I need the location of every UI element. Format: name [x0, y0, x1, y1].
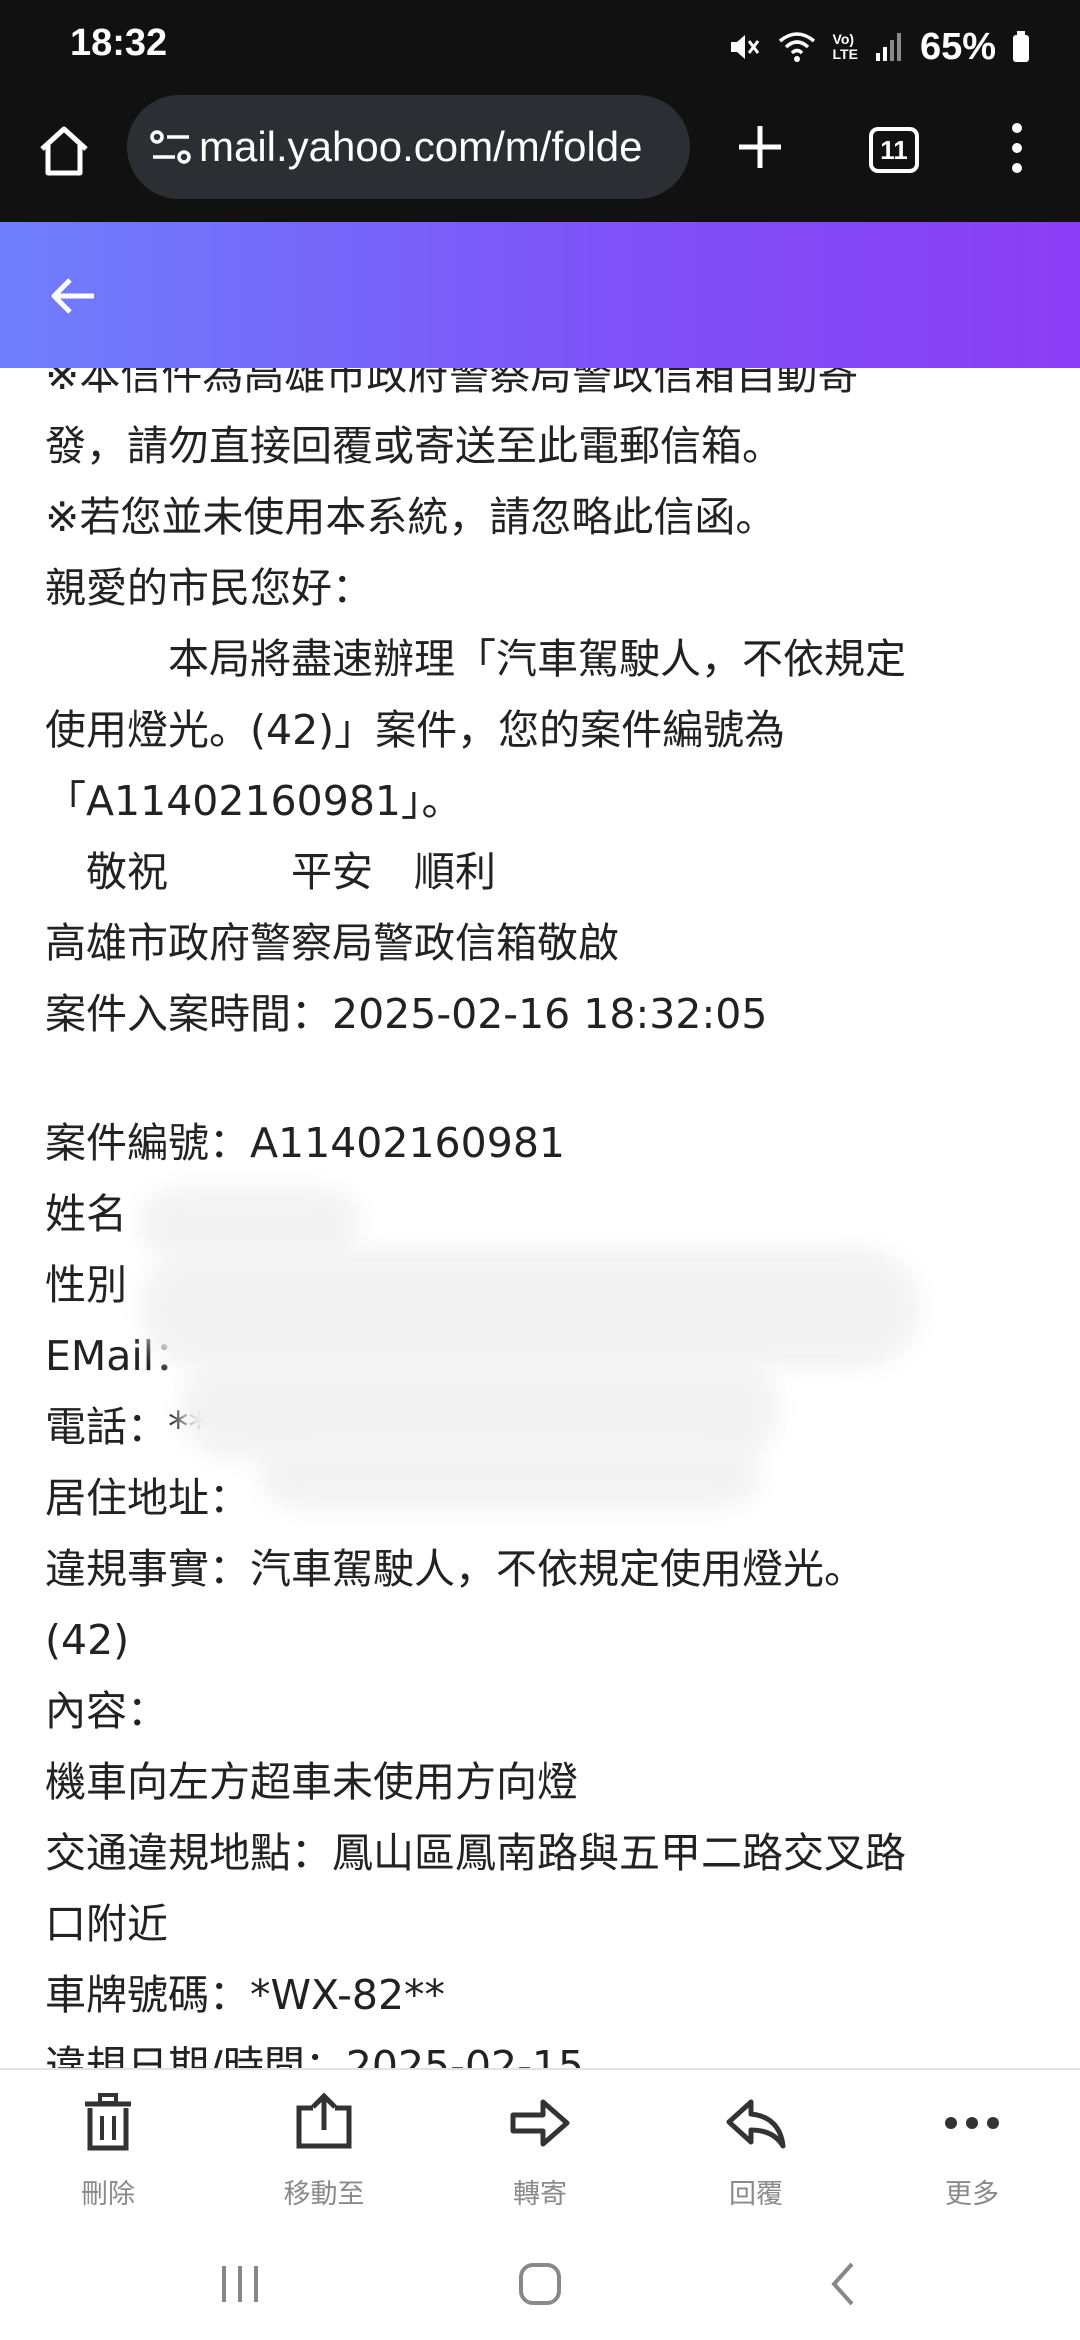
detail-line: 違規日期/時間：2025-02-15 [45, 2042, 585, 2068]
tab-count: 11 [880, 134, 908, 165]
more-button[interactable]: 更多 [864, 2090, 1080, 2220]
detail-line: 交通違規地點：鳳山區鳳南路與五甲二路交叉路 [45, 1829, 906, 1877]
battery-icon [1013, 31, 1029, 62]
redaction-smudge [140, 1248, 920, 1368]
battery-percent: 65% [919, 25, 996, 68]
system-navigation-bar [0, 2228, 1080, 2340]
move-button[interactable]: 移動至 [216, 2090, 432, 2220]
mail-header [0, 222, 1080, 368]
detail-line: 口附近 [45, 1900, 168, 1948]
detail-line: 車牌號碼：*WX-82** [45, 1971, 446, 2019]
site-settings-icon[interactable] [149, 127, 193, 167]
more-dots-icon [945, 2117, 999, 2129]
detail-line: 違規事實：汽車駕駛人，不依規定使用燈光。 [45, 1545, 865, 1593]
browser-menu-icon[interactable] [1005, 122, 1029, 174]
tab-switcher-button[interactable]: 11 [869, 127, 919, 173]
reply-arrow-icon [726, 2099, 786, 2149]
url-text[interactable]: mail.yahoo.com/m/folde [199, 123, 643, 171]
address-bar[interactable]: mail.yahoo.com/m/folde [127, 95, 690, 199]
delete-button[interactable]: 刪除 [0, 2090, 216, 2220]
body-line: 案件入案時間：2025-02-16 18:32:05 [45, 990, 768, 1038]
body-line: 敬祝 平安 順利 [45, 848, 496, 896]
body-line: 發，請勿直接回覆或寄送至此電郵信箱。 [45, 422, 783, 470]
detail-line: 案件編號：A11402160981 [45, 1119, 565, 1167]
email-action-bar: 刪除 移動至 轉寄 回覆 更多 [0, 2068, 1080, 2230]
volte-icon: Vo) LTE [832, 31, 858, 62]
body-line: ※本信件為高雄市政府警察局警政信箱自動寄 [45, 368, 859, 399]
home-icon[interactable] [36, 123, 92, 179]
body-line: 使用燈光。(42)」案件，您的案件編號為 [45, 706, 786, 754]
home-nav-icon[interactable] [516, 2260, 564, 2308]
detail-line: 內容： [45, 1687, 168, 1735]
recent-apps-icon[interactable] [216, 2260, 264, 2308]
reply-button[interactable]: 回覆 [648, 2090, 864, 2220]
signal-icon [875, 33, 901, 61]
back-nav-icon[interactable] [820, 2260, 868, 2308]
status-bar: 18:32 Vo) LTE 65% [0, 0, 1080, 95]
email-body: ※本信件為高雄市政府警察局警政信箱自動寄 發，請勿直接回覆或寄送至此電郵信箱。 … [0, 368, 1080, 2068]
move-to-folder-icon [296, 2092, 352, 2149]
trash-icon [85, 2093, 131, 2151]
body-line: 「A11402160981」。 [45, 777, 463, 825]
forward-arrow-icon [510, 2099, 570, 2147]
status-icons: Vo) LTE 65% [725, 22, 1030, 72]
back-arrow-icon[interactable] [48, 270, 100, 322]
browser-toolbar: mail.yahoo.com/m/folde 11 [0, 95, 1080, 224]
forward-button[interactable]: 轉寄 [432, 2090, 648, 2220]
body-line: 本局將盡速辦理「汽車駕駛人，不依規定 [45, 635, 906, 683]
new-tab-icon[interactable] [735, 122, 785, 172]
detail-line: 機車向左方超車未使用方向燈 [45, 1758, 578, 1806]
body-line: 高雄市政府警察局警政信箱敬啟 [45, 919, 619, 967]
status-time: 18:32 [70, 22, 168, 64]
body-line: ※若您並未使用本系統，請忽略此信函。 [45, 493, 777, 541]
detail-line: (42) [45, 1616, 130, 1664]
mute-icon [730, 35, 759, 59]
wifi-icon [778, 32, 815, 62]
body-line: 親愛的市民您好： [45, 564, 373, 612]
redaction-smudge [260, 1438, 760, 1508]
